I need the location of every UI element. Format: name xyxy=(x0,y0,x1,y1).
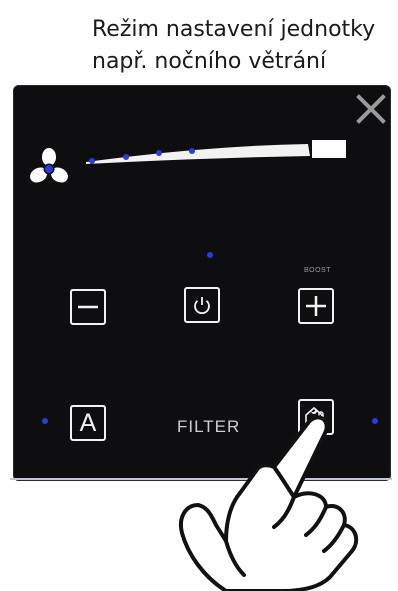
pointing-hand-icon xyxy=(179,415,359,591)
minus-button[interactable] xyxy=(70,289,106,325)
speed-dot xyxy=(89,158,95,164)
minus-icon xyxy=(78,305,98,309)
left-indicator-dot xyxy=(42,418,48,424)
auto-mode-button[interactable]: A xyxy=(70,405,106,441)
plus-icon xyxy=(306,296,326,316)
plus-button[interactable] xyxy=(298,288,334,324)
power-button[interactable] xyxy=(184,287,220,323)
instruction-caption: Režim nastavení jednotky např. nočního v… xyxy=(92,14,392,78)
power-indicator-dot xyxy=(207,252,213,258)
speed-dot xyxy=(156,150,162,156)
close-icon[interactable] xyxy=(355,93,387,125)
auto-mode-label: A xyxy=(79,408,97,437)
caption-line-2: např. nočního větrání xyxy=(92,49,327,74)
right-indicator-dot xyxy=(372,418,378,424)
fan-speed-bar[interactable] xyxy=(84,132,356,182)
speed-dot xyxy=(123,154,129,160)
power-icon xyxy=(194,297,210,315)
caption-line-1: Režim nastavení jednotky xyxy=(92,17,376,42)
fan-icon xyxy=(30,148,68,183)
boost-label: BOOST xyxy=(304,267,332,274)
speed-dot xyxy=(189,148,195,154)
